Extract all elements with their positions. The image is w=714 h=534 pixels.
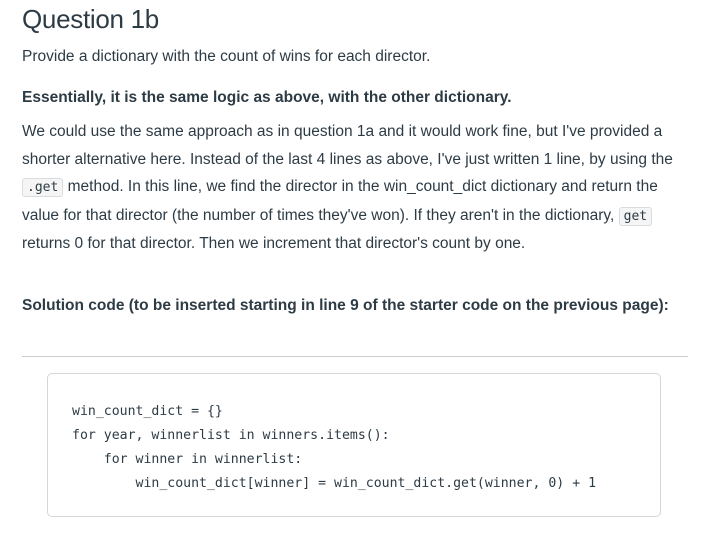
question-heading: Question 1b — [22, 4, 159, 34]
code-line-2: for year, winnerlist in winners.items(): — [72, 428, 390, 443]
divider — [22, 356, 688, 357]
code-block[interactable]: win_count_dict = {} for year, winnerlist … — [47, 373, 661, 517]
code-line-1: win_count_dict = {} — [72, 404, 223, 419]
explanation-paragraph: We could use the same approach as in que… — [22, 118, 686, 258]
explanation-part2: method. In this line, we find the direct… — [22, 178, 658, 224]
explanation-part3: returns 0 for that director. Then we inc… — [22, 235, 526, 252]
code-content[interactable]: win_count_dict = {} for year, winnerlist … — [72, 400, 596, 496]
solution-label: Solution code (to be inserted starting i… — [22, 297, 669, 314]
code-line-3: for winner in winnerlist: — [72, 452, 303, 467]
emphasis-text: Essentially, it is the same logic as abo… — [22, 89, 512, 106]
code-line-4: win_count_dict[winner] = win_count_dict.… — [72, 476, 597, 491]
explanation-part1: We could use the same approach as in que… — [22, 123, 673, 168]
question-intro: Provide a dictionary with the count of w… — [22, 48, 431, 65]
inline-code-get-method: .get — [22, 178, 64, 197]
inline-code-get: get — [618, 206, 653, 226]
